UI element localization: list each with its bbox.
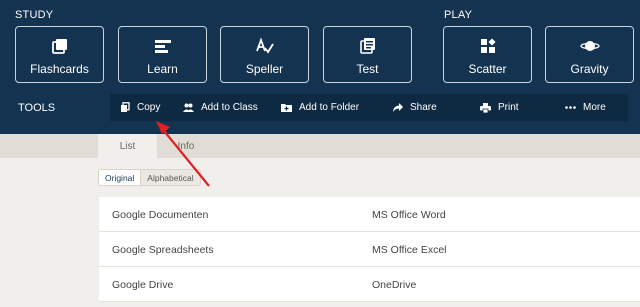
definition-text: OneDrive bbox=[372, 279, 417, 291]
copy-icon bbox=[120, 102, 130, 113]
speller-label: Speller bbox=[245, 62, 284, 76]
sort-alphabetical-button[interactable]: Alphabetical bbox=[141, 170, 200, 185]
term-text: Google Documenten bbox=[112, 209, 209, 221]
print-label: Print bbox=[498, 102, 519, 113]
test-button[interactable]: Test bbox=[323, 26, 412, 83]
copy-button[interactable]: Copy bbox=[120, 94, 160, 121]
add-to-class-label: Add to Class bbox=[201, 102, 258, 113]
share-label: Share bbox=[410, 102, 437, 113]
more-label: More bbox=[583, 102, 606, 113]
test-icon bbox=[359, 36, 377, 56]
gravity-button[interactable]: Gravity bbox=[545, 26, 634, 83]
sort-toggle: Original Alphabetical bbox=[98, 169, 201, 186]
table-row[interactable]: Google Drive OneDrive bbox=[99, 267, 640, 302]
learn-label: Learn bbox=[147, 62, 178, 76]
speller-button[interactable]: Speller bbox=[220, 26, 309, 83]
flashcards-icon bbox=[51, 36, 69, 56]
more-icon bbox=[565, 106, 576, 109]
tab-info[interactable]: Info bbox=[161, 134, 211, 158]
share-button[interactable]: Share bbox=[393, 94, 437, 121]
table-row[interactable]: Google Spreadsheets MS Office Excel bbox=[99, 232, 640, 267]
study-section-label: STUDY bbox=[15, 9, 54, 21]
play-section-label: PLAY bbox=[444, 9, 473, 21]
tools-section-label: TOOLS bbox=[18, 102, 56, 114]
learn-button[interactable]: Learn bbox=[118, 26, 207, 83]
learn-icon bbox=[153, 36, 173, 56]
term-text: Google Drive bbox=[112, 279, 174, 291]
gravity-icon bbox=[579, 36, 600, 56]
flashcards-button[interactable]: Flashcards bbox=[15, 26, 104, 83]
add-to-folder-icon bbox=[281, 103, 292, 112]
table-row[interactable]: Google Documenten MS Office Word bbox=[99, 197, 640, 232]
scatter-button[interactable]: Scatter bbox=[443, 26, 532, 83]
print-icon bbox=[480, 102, 491, 113]
add-to-folder-button[interactable]: Add to Folder bbox=[281, 94, 359, 121]
term-text: Google Spreadsheets bbox=[112, 244, 214, 256]
definition-text: MS Office Excel bbox=[372, 244, 447, 256]
study-header: STUDY PLAY Flashcards Learn Speller Test… bbox=[0, 0, 640, 134]
add-to-folder-label: Add to Folder bbox=[299, 102, 360, 113]
term-list: Google Documenten MS Office Word Google … bbox=[99, 197, 640, 302]
test-label: Test bbox=[356, 62, 379, 76]
gravity-label: Gravity bbox=[570, 62, 609, 76]
scatter-label: Scatter bbox=[468, 62, 507, 76]
speller-icon bbox=[255, 36, 275, 56]
tools-bar: Copy Add to Class Add to Folder Share Pr… bbox=[110, 94, 628, 121]
add-to-class-icon bbox=[183, 103, 194, 112]
more-button[interactable]: More bbox=[565, 94, 606, 121]
add-to-class-button[interactable]: Add to Class bbox=[183, 94, 258, 121]
sort-original-button[interactable]: Original bbox=[99, 170, 142, 185]
flashcards-label: Flashcards bbox=[30, 62, 89, 76]
definition-text: MS Office Word bbox=[372, 209, 446, 221]
tab-list[interactable]: List bbox=[98, 134, 157, 158]
share-icon bbox=[393, 103, 403, 112]
copy-label: Copy bbox=[137, 102, 161, 113]
scatter-icon bbox=[479, 36, 497, 56]
print-button[interactable]: Print bbox=[480, 94, 519, 121]
tab-bar: List Info bbox=[0, 134, 640, 158]
